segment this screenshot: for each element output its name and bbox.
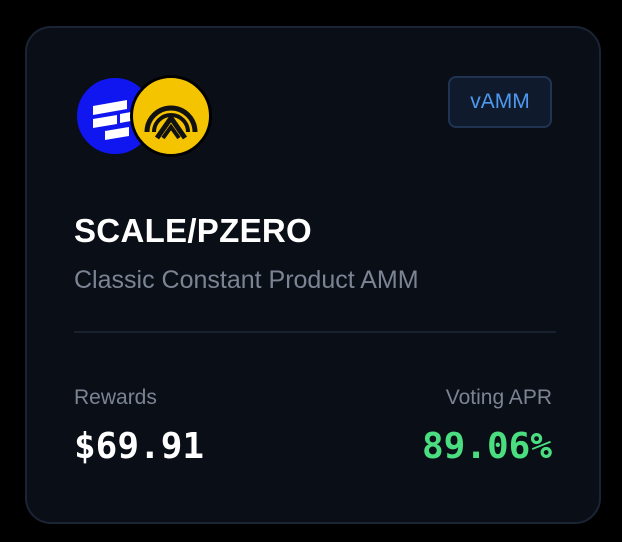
pool-type-badge: vAMM (448, 76, 552, 128)
pair-title: SCALE/PZERO (74, 212, 312, 249)
rewards-label: Rewards (74, 386, 157, 409)
voting-apr-label: Voting APR (445, 386, 552, 409)
pool-card[interactable]: vAMM SCALE/PZERO Classic Constant Produc… (25, 26, 601, 524)
divider (74, 331, 556, 333)
voting-apr-value: 89.06% (421, 426, 552, 467)
rewards-value: $69.91 (74, 426, 205, 467)
pair-subtitle: Classic Constant Product AMM (74, 266, 419, 294)
token-pair-logos (74, 75, 214, 161)
pzero-token-icon (130, 75, 212, 157)
